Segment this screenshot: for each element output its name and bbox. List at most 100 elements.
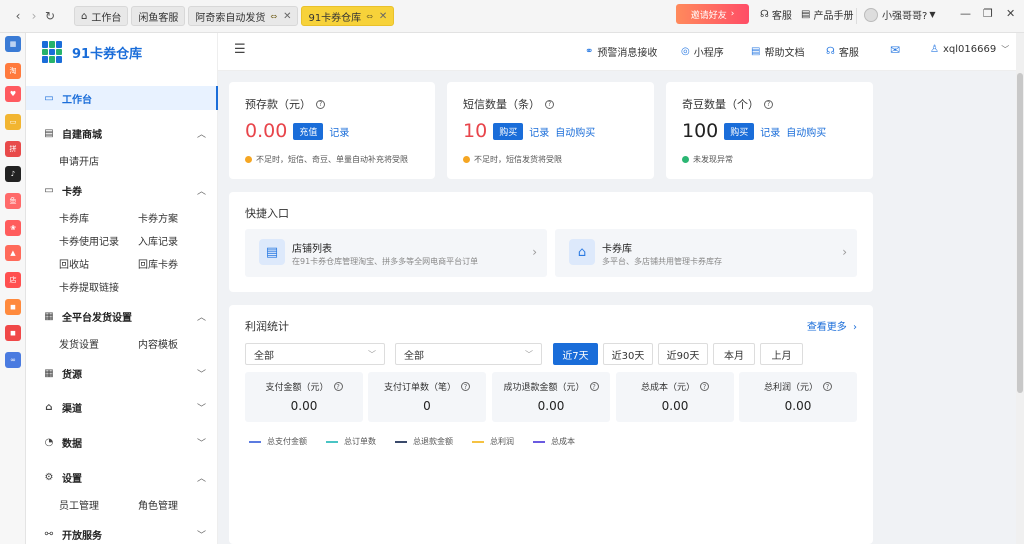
beans-record-link[interactable]: 记录	[760, 124, 780, 139]
quick-card-library-title: 卡券库	[602, 244, 632, 255]
collapse-menu-icon[interactable]: ☰	[234, 42, 246, 57]
help-icon[interactable]: ?	[333, 382, 343, 391]
user-menu[interactable]: 小强哥哥? ▼	[864, 7, 935, 22]
prepaid-record-link[interactable]: 记录	[329, 124, 349, 139]
sidebar-sub-card-extract-link[interactable]: 卡券提取链接	[59, 279, 119, 294]
sms-record-link[interactable]: 记录	[529, 124, 549, 139]
red2-app-icon[interactable]: ◼	[5, 325, 21, 341]
sidebar-sub-role-management[interactable]: 角色管理	[138, 497, 178, 512]
red-app-icon[interactable]: ❀	[5, 220, 21, 236]
range-7-days-button[interactable]: 近7天	[553, 343, 598, 365]
account-menu[interactable]: ♙ xql016669 ﹀	[930, 44, 1009, 55]
range-90-days-button[interactable]: 近90天	[658, 343, 708, 365]
scrollbar-thumb[interactable]	[1017, 73, 1023, 393]
help-icon[interactable]: ?	[461, 382, 470, 391]
sidebar-sub-returned-cards[interactable]: 回库卡券	[138, 256, 178, 271]
logo[interactable]: 91卡券仓库	[42, 41, 142, 63]
invite-friends-button[interactable]: 邀请好友 ›	[676, 4, 749, 24]
quick-store-list[interactable]: ▤ 店铺列表 在91卡券仓库管理淘宝、拼多多等全网电商平台订单 ›	[245, 229, 547, 277]
heart-app-icon[interactable]: ♥	[5, 86, 21, 102]
qr-app-icon[interactable]: ▦	[5, 36, 21, 52]
beans-auto-buy-link[interactable]: 自动购买	[786, 124, 826, 139]
tab-91-card-warehouse[interactable]: 91卡券仓库 ⇔ ✕	[301, 6, 395, 26]
back-icon[interactable]: ‹	[10, 6, 26, 26]
range-last-month-button[interactable]: 上月	[760, 343, 803, 365]
swap-icon[interactable]: ⇔	[270, 12, 277, 21]
tab-xianyu-service[interactable]: 闲鱼客服	[131, 6, 186, 26]
sidebar-sub-card-library[interactable]: 卡券库	[59, 210, 89, 225]
yellow-app-icon[interactable]: ▭	[5, 114, 21, 130]
mail-icon[interactable]: ✉	[890, 43, 900, 57]
sidebar-item-open-service[interactable]: ⚯ 开放服务 ﹀	[26, 522, 218, 544]
gear-icon: ⚙	[44, 471, 54, 483]
sidebar-sub-content-template[interactable]: 内容模板	[138, 336, 178, 351]
range-30-days-button[interactable]: 近30天	[603, 343, 653, 365]
sms-auto-buy-link[interactable]: 自动购买	[555, 124, 595, 139]
sidebar-item-workbench[interactable]: ▭ 工作台	[26, 86, 218, 110]
range-this-month-button[interactable]: 本月	[713, 343, 755, 365]
sidebar-item-channel[interactable]: ⌂ 渠道 ﹀	[26, 395, 218, 419]
sidebar-item-source[interactable]: ▦ 货源 ﹀	[26, 361, 218, 385]
help-icon[interactable]: ?	[823, 382, 832, 391]
help-icon[interactable]: ?	[764, 99, 773, 109]
sidebar-sub-card-plan[interactable]: 卡券方案	[138, 210, 178, 225]
legend-total-refund[interactable]: 总退款金额	[395, 436, 453, 447]
pdd-app-icon[interactable]: 拼	[5, 141, 21, 157]
view-more-link[interactable]: 查看更多 ›	[807, 318, 857, 333]
help-icon[interactable]: ?	[316, 99, 325, 109]
sidebar-sub-apply-store[interactable]: 申请开店	[59, 153, 99, 168]
sidebar-item-mall[interactable]: ▤ 自建商城 ︿	[26, 121, 218, 145]
scrollbar[interactable]	[1016, 33, 1024, 544]
forward-icon[interactable]: ›	[26, 6, 42, 26]
chevron-down-icon: ﹀	[525, 349, 533, 359]
shop-select[interactable]: 全部 ﹀	[245, 343, 385, 365]
close-icon[interactable]: ✕	[379, 11, 387, 22]
quick-store-list-desc: 在91卡券仓库管理淘宝、拼多多等全网电商平台订单	[292, 257, 479, 266]
sidebar-sub-recycle-bin[interactable]: 回收站	[59, 256, 89, 271]
tab-workbench[interactable]: ⌂ 工作台	[74, 6, 129, 26]
legend-total-profit[interactable]: 总利润	[472, 436, 514, 447]
sidebar-sub-card-usage-log[interactable]: 卡券使用记录	[59, 233, 119, 248]
product-manual-link[interactable]: ▤ 产品手册	[801, 7, 853, 22]
sidebar-sub-staff-management[interactable]: 员工管理	[59, 497, 99, 512]
platform-select[interactable]: 全部 ﹀	[395, 343, 542, 365]
buy-beans-button[interactable]: 购买	[724, 122, 755, 140]
restore-icon[interactable]: ❐	[983, 7, 993, 20]
header-service-link[interactable]: ☊ 客服	[826, 44, 859, 59]
legend-total-cost[interactable]: 总成本	[533, 436, 575, 447]
alert-receive-link[interactable]: ⚭ 预警消息接收	[585, 44, 657, 59]
minimize-icon[interactable]: —	[960, 7, 971, 20]
mini-program-link[interactable]: ◎ 小程序	[681, 44, 724, 59]
sidebar-item-data[interactable]: ◔ 数据 ﹀	[26, 430, 218, 454]
legend-total-payment[interactable]: 总支付金额	[249, 436, 307, 447]
avatar	[864, 7, 878, 22]
help-icon[interactable]: ?	[589, 382, 599, 391]
quick-card-library[interactable]: ⌂ 卡券库 多平台、多店铺共用管理卡券库存 ›	[555, 229, 857, 277]
sidebar-sub-dispatch-setup[interactable]: 发货设置	[59, 336, 99, 351]
titlebar-service-link[interactable]: ☊ 客服	[760, 7, 792, 22]
tab-aqiso-dispatch[interactable]: 阿奇索自动发货 ⇔ ✕	[188, 6, 299, 26]
kpi-value: 0.00	[784, 399, 812, 413]
tiktok-app-icon[interactable]: ♪	[5, 166, 21, 182]
refresh-icon[interactable]: ↻	[42, 6, 58, 26]
sidebar-item-card[interactable]: ▭ 卡券 ︿	[26, 178, 218, 202]
sidebar-sub-stock-in-log[interactable]: 入库记录	[138, 233, 178, 248]
xianyu-app-icon[interactable]: 鱼	[5, 193, 21, 209]
thumb-app-icon[interactable]: ▲	[5, 245, 21, 261]
close-icon[interactable]: ✕	[283, 11, 291, 22]
link-app-icon[interactable]: ∞	[5, 352, 21, 368]
help-icon[interactable]: ?	[700, 382, 709, 391]
kpi-total-profit: 总利润（元）? 0.00	[739, 372, 857, 422]
orange-app-icon[interactable]: ◼	[5, 299, 21, 315]
swap-icon[interactable]: ⇔	[366, 12, 373, 21]
taobao-app-icon[interactable]: 淘	[5, 63, 21, 79]
buy-sms-button[interactable]: 购买	[493, 122, 524, 140]
store-app-icon[interactable]: 店	[5, 272, 21, 288]
sidebar-item-dispatch-settings[interactable]: ▦ 全平台发货设置 ︿	[26, 304, 218, 328]
help-icon[interactable]: ?	[545, 99, 554, 109]
window-close-icon[interactable]: ✕	[1006, 7, 1015, 20]
legend-total-orders[interactable]: 总订单数	[326, 436, 376, 447]
sidebar-item-settings[interactable]: ⚙ 设置 ︿	[26, 465, 218, 489]
help-docs-link[interactable]: ▤ 帮助文档	[751, 44, 804, 59]
recharge-button[interactable]: 充值	[293, 122, 324, 140]
